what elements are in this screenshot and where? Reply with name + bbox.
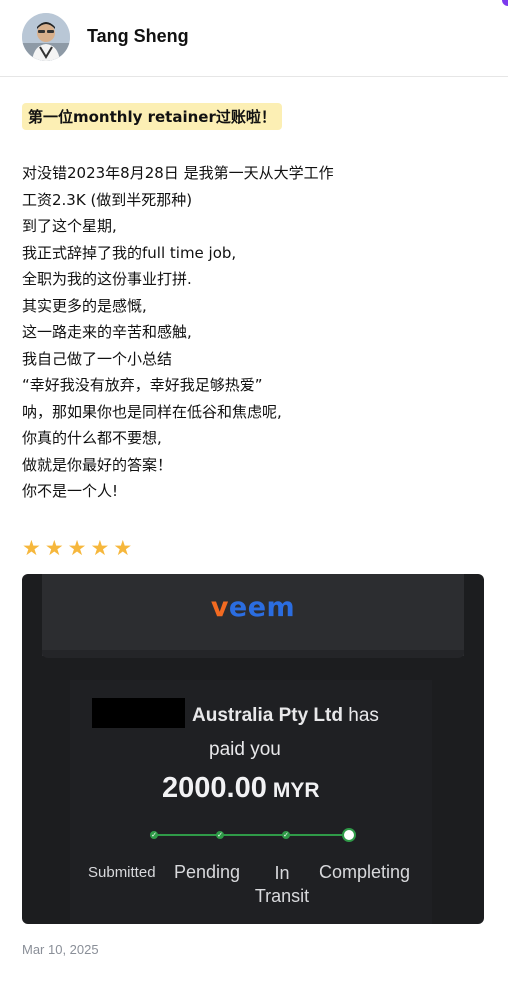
step-pending: Pending — [174, 862, 241, 882]
check-icon: ✓ — [282, 831, 290, 839]
star-icon: ★ — [67, 536, 87, 560]
post-date: Mar 10, 2025 — [22, 942, 99, 957]
body-line: 这一路走来的辛苦和感触, — [22, 323, 192, 341]
post-body: 对没错2023年8月28日 是我第一天从大学工作 工资2.3K (做到半死那种)… — [22, 160, 492, 505]
body-line: 工资2.3K (做到半死那种) — [22, 190, 193, 209]
step-completing: Completing — [319, 862, 411, 882]
veem-logo: veem — [22, 592, 484, 623]
author-name[interactable]: Tang Sheng — [87, 26, 189, 47]
rating-stars: ★ ★ ★ ★ ★ — [22, 537, 132, 559]
current-step-icon — [342, 828, 356, 842]
post-headline: 第一位monthly retainer过账啦！ — [22, 103, 282, 130]
redaction-block — [92, 698, 185, 728]
star-icon: ★ — [22, 536, 41, 560]
star-icon: ★ — [90, 536, 110, 560]
paid-you-text: paid you — [209, 739, 281, 760]
step-in-transit: In Transit — [250, 862, 314, 908]
payer-name: Australia Pty Ltd — [192, 705, 343, 726]
body-line: 全职为我的这份事业打拼. — [22, 270, 192, 288]
headline-wrap: 第一位monthly retainer过账啦！ — [22, 103, 282, 130]
payment-progress: ✓ ✓ ✓ — [148, 827, 358, 843]
payment-amount: 2000.00 MYR — [162, 772, 320, 805]
body-line: 我自己做了一个小总结 — [22, 349, 173, 368]
amount-value: 2000.00 — [162, 772, 267, 804]
step-in-transit-line1: In — [274, 863, 290, 883]
veem-logo-rest: eem — [228, 592, 296, 623]
veem-logo-v: v — [210, 592, 229, 623]
post-header: Tang Sheng — [0, 0, 508, 77]
body-line: 其实更多的是感慨, — [22, 296, 147, 315]
payer-suffix: has — [348, 705, 379, 726]
check-icon: ✓ — [150, 831, 158, 839]
body-line: “幸好我没有放弃，幸好我足够热爱” — [22, 376, 263, 394]
check-icon: ✓ — [216, 831, 224, 839]
progress-line — [154, 834, 350, 836]
body-line: 我正式辞掉了我的full time job, — [22, 243, 237, 262]
body-line: 做就是你最好的答案！ — [22, 455, 173, 474]
avatar[interactable] — [22, 13, 70, 61]
amount-currency: MYR — [272, 779, 320, 802]
step-in-transit-line2: Transit — [254, 886, 310, 906]
body-line: 呐，那如果你也是同样在低谷和焦虑呢, — [22, 402, 282, 421]
payer-line: Australia Pty Ltd has — [192, 705, 379, 727]
body-line: 你不是一个人! — [22, 482, 119, 500]
card-header-edge — [42, 650, 464, 658]
star-icon: ★ — [113, 536, 133, 560]
step-submitted: Submitted — [88, 864, 156, 881]
body-line: 你真的什么都不要想, — [22, 429, 162, 447]
body-line: 到了这个星期, — [22, 217, 117, 235]
payment-screenshot[interactable]: veem Australia Pty Ltd has paid you 2000… — [22, 574, 484, 924]
body-line: 对没错2023年8月28日 是我第一天从大学工作 — [22, 164, 334, 182]
star-icon: ★ — [44, 536, 64, 560]
